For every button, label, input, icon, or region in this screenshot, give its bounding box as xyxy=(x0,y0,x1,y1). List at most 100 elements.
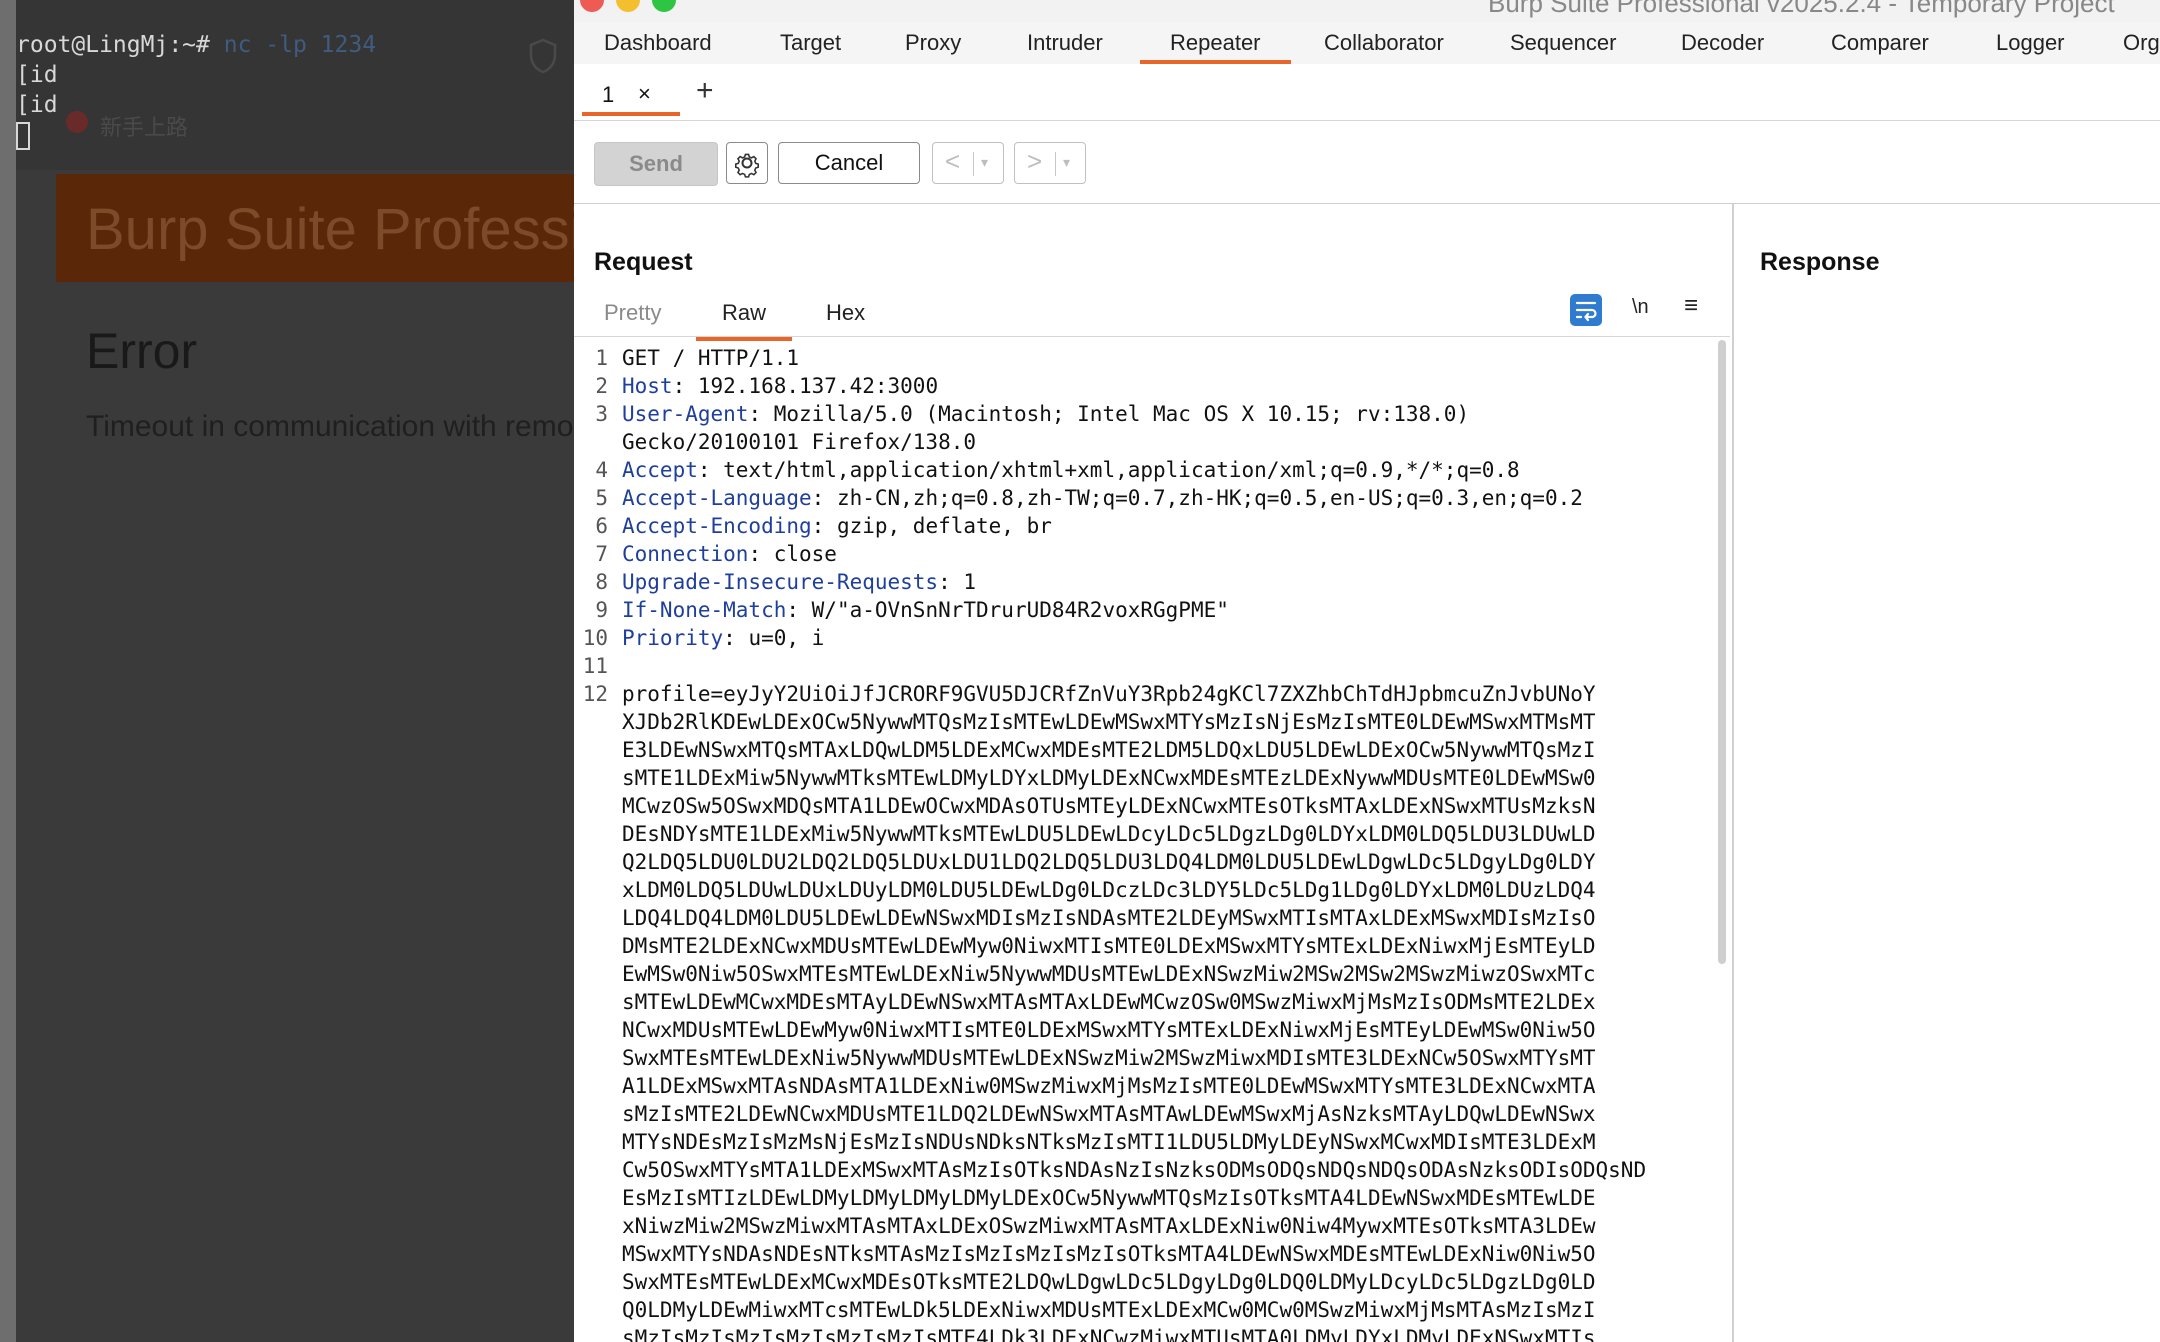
terminal-line: [id xyxy=(16,62,58,88)
minimize-window-button[interactable] xyxy=(616,0,640,12)
code-line[interactable]: EsMzIsMTIzLDEwLDMyLDMyLDMyLDMyLDExOCw5Ny… xyxy=(622,1184,1596,1212)
gear-icon xyxy=(734,153,760,178)
header-name: Accept-Encoding xyxy=(622,514,812,538)
line-text: MTYsNDEsMzIsMzMsNjEsMzIsNDUsNDksNTksMzIs… xyxy=(622,1130,1596,1154)
tab-target[interactable]: Target xyxy=(780,22,841,64)
scrollbar-thumb[interactable] xyxy=(1718,340,1726,964)
code-line[interactable]: E3LDEwNSwxMTQsMTAxLDQwLDM5LDExMCwxMDEsMT… xyxy=(622,736,1596,764)
code-line[interactable]: XJDb2RlKDEwLDExOCw5NywwMTQsMzIsMTEwLDEwM… xyxy=(622,708,1596,736)
tab-logger[interactable]: Logger xyxy=(1996,22,2065,64)
settings-button[interactable] xyxy=(726,142,768,184)
hamburger-menu-icon[interactable]: ≡ xyxy=(1684,292,1698,320)
code-line[interactable]: Accept-Language: zh-CN,zh;q=0.8,zh-TW;q=… xyxy=(622,484,1583,512)
tab-collaborator[interactable]: Collaborator xyxy=(1324,22,1444,64)
code-line[interactable]: User-Agent: Mozilla/5.0 (Macintosh; Inte… xyxy=(622,400,1469,428)
repeater-tab-bar: 1 × + xyxy=(574,64,2160,121)
background-banner-title: Burp Suite Professional xyxy=(86,197,574,262)
terminal-line: [id xyxy=(16,92,58,118)
tab-intruder[interactable]: Intruder xyxy=(1027,22,1103,64)
chevron-down-icon[interactable]: ▾ xyxy=(981,154,988,171)
request-editor[interactable]: 1 GET / HTTP/1.1 2 Host: 192.168.137.42:300… xyxy=(574,338,1714,1342)
line-number: 9 xyxy=(595,598,608,622)
chevron-down-icon[interactable]: ▾ xyxy=(1063,154,1070,171)
terminal-prompt: root@LingMj:~# xyxy=(16,32,210,58)
close-window-button[interactable] xyxy=(580,0,604,12)
code-line[interactable]: A1LDExMSwxMTAsNDAsMTA1LDExNiw0MSwzMiwxMj… xyxy=(622,1072,1596,1100)
code-line[interactable]: SwxMTEsMTEwLDExNiw5NywwMDUsMTEwLDExNSwzM… xyxy=(622,1044,1596,1072)
zoom-window-button[interactable] xyxy=(652,0,676,12)
word-wrap-toggle[interactable] xyxy=(1570,294,1602,326)
terminal[interactable]: root@LingMj:~# nc -lp 1234 [id [id xyxy=(16,30,376,150)
back-button[interactable]: < ▾ xyxy=(932,142,1004,184)
code-line[interactable]: MSwxMTYsNDAsNDEsNTksMTAsMzIsMzIsMzIsMzIs… xyxy=(622,1240,1596,1268)
line-number: 5 xyxy=(595,486,608,510)
tab-comparer[interactable]: Comparer xyxy=(1831,22,1929,64)
code-line[interactable]: Q0LDMyLDEwMiwxMTcsMTEwLDk5LDExNiwxMDUsMT… xyxy=(622,1296,1596,1324)
tab-repeater[interactable]: Repeater xyxy=(1140,22,1290,64)
code-line[interactable]: Host: 192.168.137.42:3000 xyxy=(622,372,938,400)
line-text: DMsMTE2LDExNCwxMDUsMTEwLDEwMyw0NiwxMTIsM… xyxy=(622,934,1596,958)
tab-dashboard[interactable]: Dashboard xyxy=(604,22,712,64)
header-name: Upgrade-Insecure-Requests xyxy=(622,570,939,594)
forward-button[interactable]: > ▾ xyxy=(1014,142,1086,184)
code-line[interactable]: Upgrade-Insecure-Requests: 1 xyxy=(622,568,976,596)
code-line[interactable]: Q2LDQ5LDU0LDU2LDQ2LDQ5LDUxLDU1LDQ2LDQ5LD… xyxy=(622,848,1596,876)
chevron-right-icon: > xyxy=(1027,146,1043,176)
show-newlines-toggle[interactable]: \n xyxy=(1632,296,1649,319)
background-desktop: 新手上路 Burp Suite Professional Error Timeo… xyxy=(0,0,574,1342)
header-name: Host xyxy=(622,374,673,398)
tab-proxy[interactable]: Proxy xyxy=(905,22,961,64)
code-line[interactable]: EwMSw0Niw5OSwxMTEsMTEwLDExNiw5NywwMDUsMT… xyxy=(622,960,1596,988)
line-text: Cw5OSwxMTYsMTA1LDExMSwxMTAsMzIsOTksNDAsN… xyxy=(622,1158,1647,1182)
code-line[interactable]: DEsNDYsMTE1LDExMiw5NywwMTksMTEwLDU5LDEwL… xyxy=(622,820,1596,848)
code-line[interactable]: profile=eyJyY2UiOiJfJCRORF9GVU5DJCRfZnVu… xyxy=(622,680,1596,708)
code-line[interactable]: Accept-Encoding: gzip, deflate, br xyxy=(622,512,1052,540)
code-line[interactable]: LDQ4LDQ4LDM0LDU5LDEwLDEwNSwxMDIsMzIsNDAs… xyxy=(622,904,1596,932)
line-text: NCwxMDUsMTEwLDEwMyw0NiwxMTIsMTE0LDExMSwx… xyxy=(622,1018,1596,1042)
line-text: : text/html,application/xhtml+xml,applic… xyxy=(697,458,1520,482)
code-line[interactable]: Connection: close xyxy=(622,540,837,568)
background-error-banner: Burp Suite Professional xyxy=(56,174,574,282)
code-line[interactable]: DMsMTE2LDExNCwxMDUsMTEwLDEwMyw0NiwxMTIsM… xyxy=(622,932,1596,960)
tab-hex[interactable]: Hex xyxy=(826,300,865,326)
terminal-command: nc -lp 1234 xyxy=(223,32,377,58)
code-line[interactable]: If-None-Match: W/"a-OVnSnNrTDrurUD84R2vo… xyxy=(622,596,1229,624)
code-line[interactable]: Accept: text/html,application/xhtml+xml,… xyxy=(622,456,1520,484)
close-icon[interactable]: × xyxy=(638,81,651,107)
send-button[interactable]: Send xyxy=(594,142,718,186)
repeater-tab-1[interactable]: 1 × xyxy=(582,72,680,116)
code-line[interactable]: xLDM0LDQ5LDUwLDUxLDUyLDM0LDU5LDEwLDg0LDc… xyxy=(622,876,1596,904)
line-text: LDQ4LDQ4LDM0LDU5LDEwLDEwNSwxMDIsMzIsNDAs… xyxy=(622,906,1596,930)
tab-pretty[interactable]: Pretty xyxy=(604,300,661,326)
code-line[interactable]: MCwzOSw5OSwxMDQsMTA1LDEwOCwxMDAsOTUsMTEy… xyxy=(622,792,1596,820)
tab-raw[interactable]: Raw xyxy=(695,300,793,341)
line-text: sMTEwLDEwMCwxMDEsMTAyLDEwNSwxMTAsMTAxLDE… xyxy=(622,990,1596,1014)
code-line[interactable]: Gecko/20100101 Firefox/138.0 xyxy=(622,428,976,456)
line-text: Gecko/20100101 Firefox/138.0 xyxy=(622,430,977,454)
tab-sequencer[interactable]: Sequencer xyxy=(1510,22,1616,64)
code-line[interactable]: sMzIsMzIsMzIsMzIsMzIsMzIsMTE4LDk3LDExNCw… xyxy=(622,1324,1596,1342)
code-line[interactable]: sMTEwLDEwMCwxMDEsMTAyLDEwNSwxMTAsMTAxLDE… xyxy=(622,988,1596,1016)
shield-icon xyxy=(529,38,557,74)
tab-decoder[interactable]: Decoder xyxy=(1681,22,1764,64)
code-line[interactable]: GET / HTTP/1.1 xyxy=(622,344,799,372)
code-line[interactable]: Cw5OSwxMTYsMTA1LDExMSwxMTAsMzIsOTksNDAsN… xyxy=(622,1156,1646,1184)
line-number: 7 xyxy=(595,542,608,566)
line-text: : W/"a-OVnSnNrTDrurUD84R2voxRGgPME" xyxy=(786,598,1229,622)
code-line[interactable]: MTYsNDEsMzIsMzMsNjEsMzIsNDUsNDksNTksMzIs… xyxy=(622,1128,1596,1156)
code-line[interactable]: Priority: u=0, i xyxy=(622,624,824,652)
cancel-button[interactable]: Cancel xyxy=(778,142,920,184)
line-text: xLDM0LDQ5LDUwLDUxLDUyLDM0LDU5LDEwLDg0LDc… xyxy=(622,878,1596,902)
request-title: Request xyxy=(594,248,693,276)
code-line[interactable]: NCwxMDUsMTEwLDEwMyw0NiwxMTIsMTE0LDExMSwx… xyxy=(622,1016,1596,1044)
line-number: 10 xyxy=(582,626,608,650)
code-line[interactable]: sMTE1LDExMiw5NywwMTksMTEwLDMyLDYxLDMyLDE… xyxy=(622,764,1596,792)
line-text: : close xyxy=(748,542,837,566)
add-tab-button[interactable]: + xyxy=(696,76,714,106)
code-line[interactable]: SwxMTEsMTEwLDExMCwxMDEsOTksMTE2LDQwLDgwL… xyxy=(622,1268,1596,1296)
code-line[interactable]: sMzIsMTE2LDEwNCwxMDUsMTE1LDQ2LDEwNSwxMTA… xyxy=(622,1100,1596,1128)
window-title: Burp Suite Professional v2025.2.4 - Temp… xyxy=(1488,0,2115,18)
tab-organizer[interactable]: Org xyxy=(2123,22,2160,64)
line-number: 3 xyxy=(595,402,608,426)
code-line[interactable]: xNiwzMiw2MSwzMiwxMTAsMTAxLDExOSwzMiwxMTA… xyxy=(622,1212,1596,1240)
